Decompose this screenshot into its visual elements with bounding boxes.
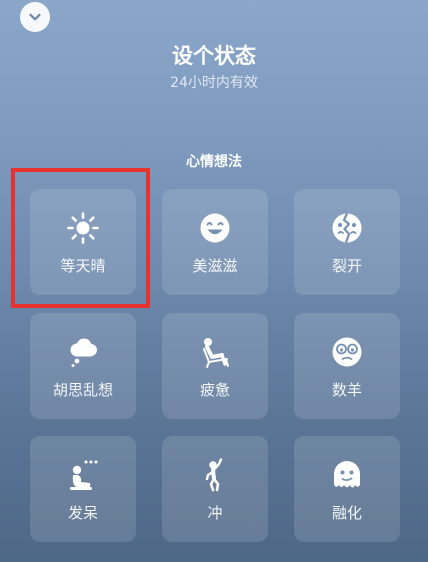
tile-label: 发呆 xyxy=(67,504,98,522)
tile-label: 融化 xyxy=(331,504,362,522)
cracked-face-icon xyxy=(332,213,362,243)
sitting-person-dots-icon xyxy=(70,460,98,490)
page-title: 设个状态 xyxy=(172,44,256,68)
tile-label: 数羊 xyxy=(331,381,362,399)
page-subtitle: 24小时内有效 xyxy=(170,75,258,91)
status-tile-overthinking[interactable]: 胡思乱想 xyxy=(30,313,136,419)
tile-label: 等天晴 xyxy=(60,257,106,275)
status-tile-wait-for-sunny[interactable]: 等天晴 xyxy=(30,189,136,295)
sun-icon xyxy=(67,212,99,244)
reclining-person-icon xyxy=(203,338,229,368)
smiley-face-icon xyxy=(200,213,230,243)
cheering-person-icon xyxy=(205,458,223,492)
status-tile-melting[interactable]: 融化 xyxy=(294,436,400,542)
melting-face-icon xyxy=(334,461,360,488)
chevron-down-icon xyxy=(29,13,41,21)
status-tile-charge[interactable]: 冲 xyxy=(162,436,268,542)
thought-cloud-icon xyxy=(70,338,97,367)
tile-label: 冲 xyxy=(207,504,223,522)
tile-label: 胡思乱想 xyxy=(52,381,113,399)
tile-label: 裂开 xyxy=(331,257,362,275)
tile-label: 疲惫 xyxy=(199,381,230,399)
collapse-button[interactable] xyxy=(20,2,50,32)
status-tile-daze[interactable]: 发呆 xyxy=(30,436,136,542)
tile-label: 美滋滋 xyxy=(192,257,238,275)
status-tile-happy[interactable]: 美滋滋 xyxy=(162,189,268,295)
sleepy-eyes-face-icon xyxy=(332,337,362,367)
section-title: 心情想法 xyxy=(186,154,242,170)
status-tile-cracked[interactable]: 裂开 xyxy=(294,189,400,295)
status-tile-tired[interactable]: 疲惫 xyxy=(162,313,268,419)
status-tile-counting-sheep[interactable]: 数羊 xyxy=(294,313,400,419)
